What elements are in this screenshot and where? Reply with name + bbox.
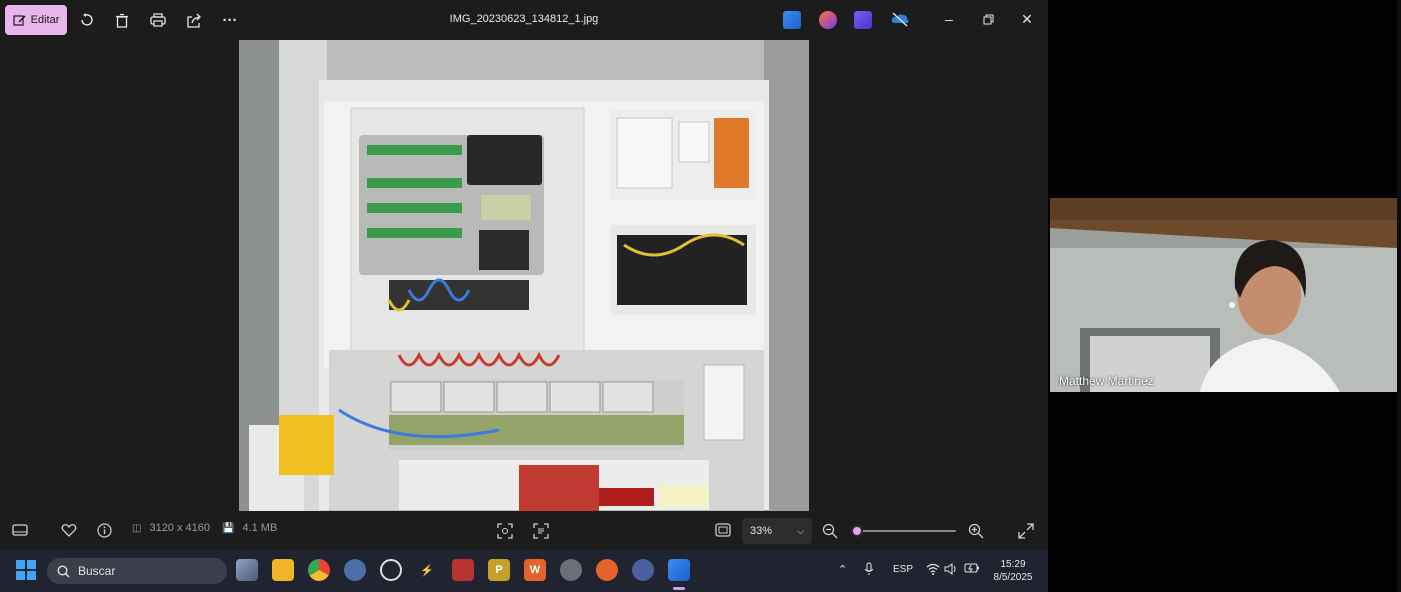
browser-globe-icon[interactable] xyxy=(344,559,366,581)
favorite-icon[interactable] xyxy=(61,523,77,537)
dimensions-text: 3120 x 4160 xyxy=(149,522,211,534)
wifi-icon[interactable] xyxy=(926,563,940,578)
fit-to-window-icon[interactable] xyxy=(715,523,731,537)
active-app-indicator xyxy=(673,587,685,590)
save-disk-icon: 💾 xyxy=(222,522,235,534)
chrome-icon[interactable] xyxy=(308,559,330,581)
zoom-slider-thumb[interactable] xyxy=(851,525,864,537)
screen: Editar ··· IMG_20230623_134812_1.jpg – ✕… xyxy=(0,0,1401,592)
screen-edge xyxy=(1397,0,1401,592)
task-view-icon[interactable] xyxy=(236,559,258,581)
zoom-slider-track[interactable] xyxy=(852,530,956,532)
chevron-down-icon: ⌵ xyxy=(797,525,804,536)
microphone-icon[interactable] xyxy=(864,562,874,579)
search-icon xyxy=(57,564,70,578)
participant-video xyxy=(1050,198,1397,392)
clock-date: 8/5/2025 xyxy=(993,572,1033,583)
app-icon-4[interactable]: W xyxy=(524,559,546,581)
displayed-photo[interactable] xyxy=(239,40,809,511)
windows-logo-icon xyxy=(16,560,36,580)
app-icon-3[interactable]: P xyxy=(488,559,510,581)
taskbar-clock[interactable]: 15:29 8/5/2025 xyxy=(988,558,1038,584)
app-icon-1[interactable]: ⚡ xyxy=(416,559,438,581)
info-icon[interactable] xyxy=(97,523,112,538)
minimize-button[interactable]: – xyxy=(938,9,960,29)
image-info-bar: ◫ 3120 x 4160 💾 4.1 MB 33% ⌵ xyxy=(0,511,1048,550)
visual-search-icon[interactable] xyxy=(497,523,513,539)
photos-app-icon[interactable] xyxy=(668,559,690,581)
app-icon-5[interactable] xyxy=(560,559,582,581)
app-icon-7[interactable] xyxy=(632,559,654,581)
speedometer-icon[interactable] xyxy=(380,559,402,581)
start-button[interactable] xyxy=(15,559,37,581)
volume-icon[interactable] xyxy=(944,563,958,578)
battery-icon[interactable] xyxy=(964,563,980,577)
image-dimensions: ◫ 3120 x 4160 xyxy=(132,522,210,534)
dimensions-icon: ◫ xyxy=(132,522,142,534)
clipchamp-icon[interactable] xyxy=(854,11,872,29)
scan-text-icon[interactable] xyxy=(533,523,549,539)
close-icon: ✕ xyxy=(1021,10,1033,27)
file-size-text: 4.1 MB xyxy=(242,522,278,534)
clock-time: 15:29 xyxy=(1000,559,1026,570)
file-explorer-icon[interactable] xyxy=(272,559,294,581)
restore-icon xyxy=(983,14,993,24)
close-button[interactable]: ✕ xyxy=(1016,9,1038,29)
filmstrip-toggle-icon[interactable] xyxy=(12,523,28,537)
restore-button[interactable] xyxy=(977,9,999,29)
app-icon-6[interactable] xyxy=(596,559,618,581)
zoom-in-icon[interactable] xyxy=(968,523,984,539)
participant-name: Matthew Martinez xyxy=(1059,374,1154,388)
zoom-level-value: 33% xyxy=(750,525,773,537)
search-placeholder: Buscar xyxy=(78,564,116,578)
show-hidden-icons-icon[interactable]: ⌃ xyxy=(838,563,847,576)
taskbar-search-box[interactable]: Buscar xyxy=(47,558,227,584)
video-call-tile[interactable]: Matthew Martinez xyxy=(1050,198,1397,392)
fullscreen-icon[interactable] xyxy=(1018,523,1034,539)
zoom-level-dropdown[interactable]: 33% ⌵ xyxy=(742,518,812,544)
photos-app-window: Editar ··· IMG_20230623_134812_1.jpg – ✕… xyxy=(0,0,1048,550)
language-indicator[interactable]: ESP xyxy=(893,564,913,575)
onedrive-off-icon[interactable] xyxy=(890,11,909,29)
titlebar: Editar ··· IMG_20230623_134812_1.jpg – ✕ xyxy=(0,0,1048,40)
zoom-out-icon[interactable] xyxy=(822,523,838,539)
app-icon-2[interactable] xyxy=(452,559,474,581)
file-size: 💾 4.1 MB xyxy=(222,522,277,534)
taskbar: Buscar ⚡ P W ⌃ ESP 15:29 8/5/2025 xyxy=(0,550,1048,592)
copilot-icon[interactable] xyxy=(819,11,837,29)
minimize-icon: – xyxy=(945,11,953,27)
photo-editor-icon[interactable] xyxy=(783,11,801,29)
